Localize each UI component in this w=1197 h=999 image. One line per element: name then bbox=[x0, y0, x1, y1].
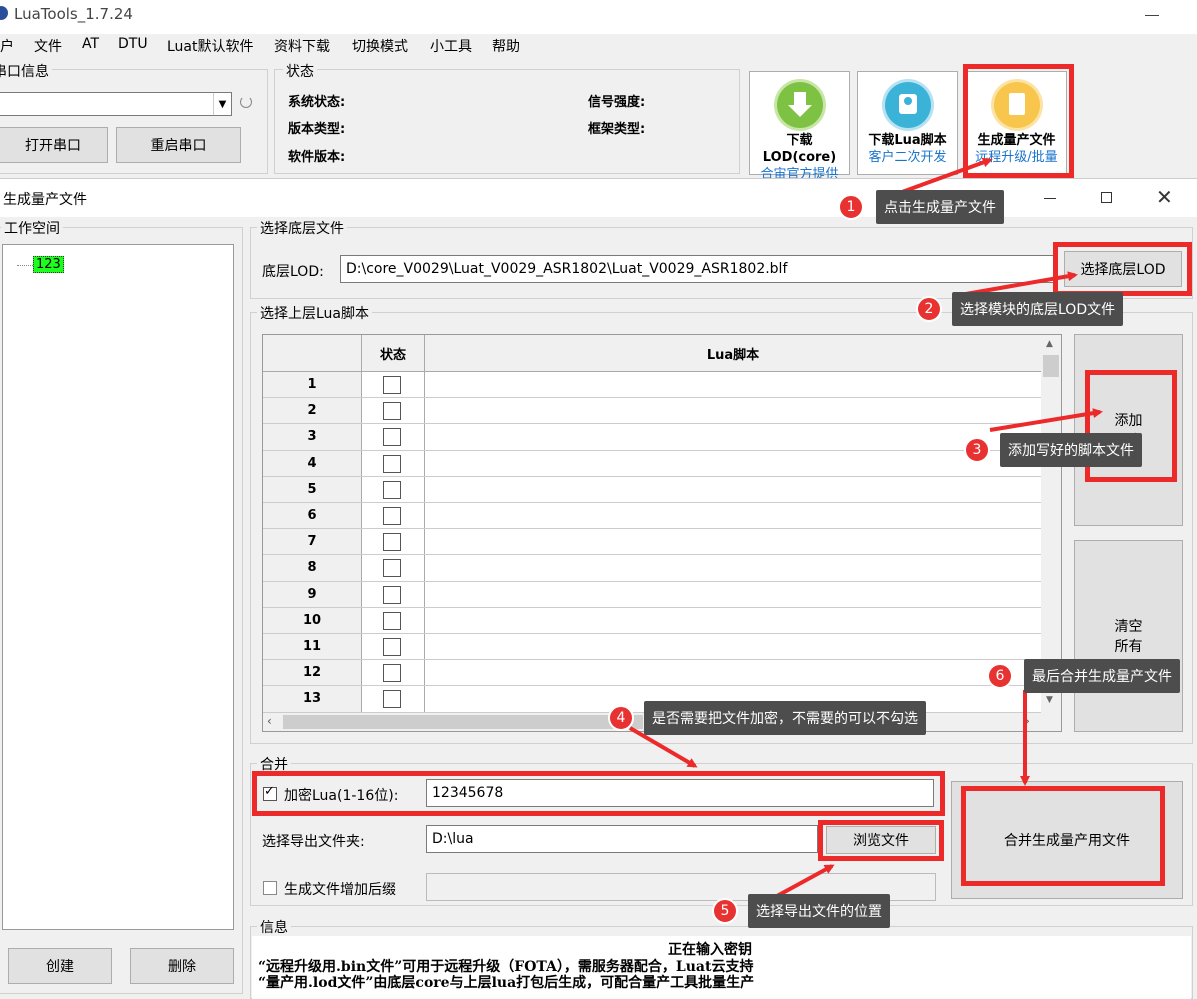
callout-badge-4: 4 bbox=[608, 705, 634, 731]
annotation-arrows bbox=[628, 157, 1103, 910]
callout-badge-2: 2 bbox=[916, 296, 942, 322]
callout-badge-5: 5 bbox=[712, 898, 738, 924]
callout-badge-6: 6 bbox=[987, 663, 1013, 689]
arrow-3 bbox=[989, 408, 1103, 432]
callout-text-6: 最后合并生成量产文件 bbox=[1024, 659, 1180, 693]
callout-badge-3: 3 bbox=[964, 437, 990, 463]
callout-text-4: 是否需要把文件加密，不需要的可以不勾选 bbox=[644, 701, 926, 735]
callout-text-5: 选择导出文件的位置 bbox=[748, 894, 890, 928]
callout-badge-1: 1 bbox=[838, 194, 864, 220]
callout-text-2: 选择模块的底层LOD文件 bbox=[952, 292, 1124, 326]
callout-text-1: 点击生成量产文件 bbox=[876, 190, 1004, 224]
callout-text-3: 添加写好的脚本文件 bbox=[1000, 433, 1142, 467]
